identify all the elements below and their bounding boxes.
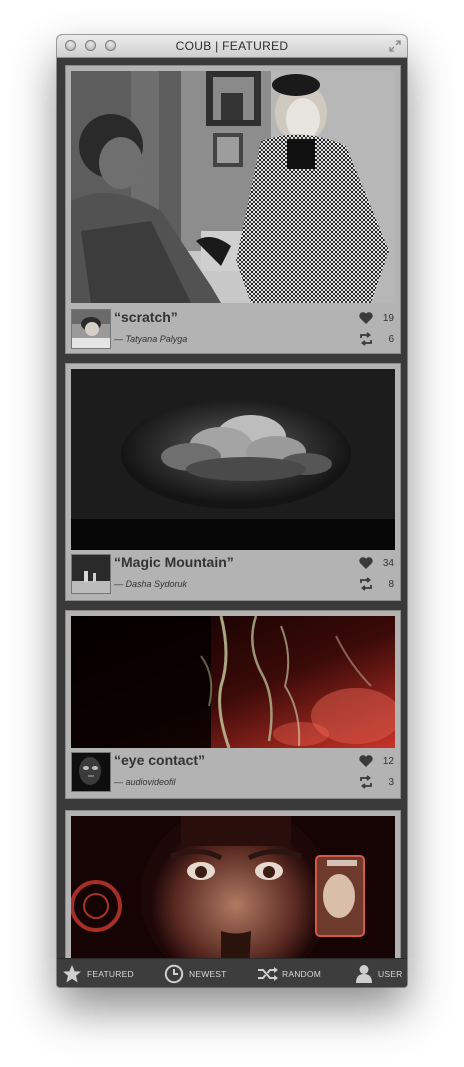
author-avatar[interactable] — [71, 554, 111, 594]
like-count: 12 — [382, 756, 394, 767]
author-avatar[interactable] — [71, 309, 111, 349]
app-window: COUB | FEATURED “scratch” — Tatyana Paly… — [57, 35, 407, 987]
coub-feed[interactable]: “scratch” — Tatyana Palyga 19 6 “Magic M… — [57, 58, 407, 958]
like-count: 34 — [382, 558, 394, 569]
tab-random[interactable]: RANDOM — [255, 959, 335, 987]
clock-icon — [164, 964, 184, 984]
tab-featured[interactable]: FEATURED — [57, 959, 147, 987]
recoub-icon[interactable] — [358, 577, 374, 591]
author-avatar[interactable] — [71, 752, 111, 792]
tab-label: RANDOM — [282, 969, 321, 979]
coub-title[interactable]: “eye contact” — [114, 752, 205, 768]
tab-bar: FEATURED NEWEST RANDOM USER — [57, 958, 407, 987]
tab-label: FEATURED — [87, 969, 134, 979]
coub-author[interactable]: — Dasha Sydoruk — [114, 579, 187, 589]
coub-title[interactable]: “scratch” — [114, 309, 178, 325]
star-icon — [63, 965, 81, 983]
coub-card[interactable]: “scratch” — Tatyana Palyga 19 6 — [65, 65, 401, 354]
tab-label: USER — [378, 969, 403, 979]
coub-card[interactable]: “eye contact” — audiovideofil 12 3 — [65, 610, 401, 799]
video-preview[interactable] — [71, 369, 395, 550]
heart-icon[interactable] — [358, 754, 374, 768]
recoub-icon[interactable] — [358, 332, 374, 346]
fullscreen-arrows-icon[interactable] — [388, 39, 402, 53]
coub-card[interactable]: “Magic Mountain” — Dasha Sydoruk 34 8 — [65, 363, 401, 601]
window-title: COUB | FEATURED — [175, 39, 289, 53]
tab-newest[interactable]: NEWEST — [161, 959, 241, 987]
recoub-count: 8 — [388, 579, 394, 590]
shuffle-icon — [258, 967, 278, 981]
like-count: 19 — [382, 313, 394, 324]
recoub-count: 3 — [388, 777, 394, 788]
video-preview[interactable] — [71, 616, 395, 748]
video-preview[interactable] — [71, 816, 395, 958]
title-bar[interactable]: COUB | FEATURED — [57, 35, 407, 58]
recoub-count: 6 — [388, 334, 394, 345]
tab-label: NEWEST — [189, 969, 227, 979]
coub-author[interactable]: — Tatyana Palyga — [114, 334, 187, 344]
coub-card[interactable] — [65, 810, 401, 958]
video-preview[interactable] — [71, 71, 395, 303]
recoub-icon[interactable] — [358, 775, 374, 789]
tab-user[interactable]: USER — [353, 959, 407, 987]
user-icon — [356, 965, 372, 983]
coub-title[interactable]: “Magic Mountain” — [114, 554, 234, 570]
heart-icon[interactable] — [358, 556, 374, 570]
coub-author[interactable]: — audiovideofil — [114, 777, 176, 787]
heart-icon[interactable] — [358, 311, 374, 325]
